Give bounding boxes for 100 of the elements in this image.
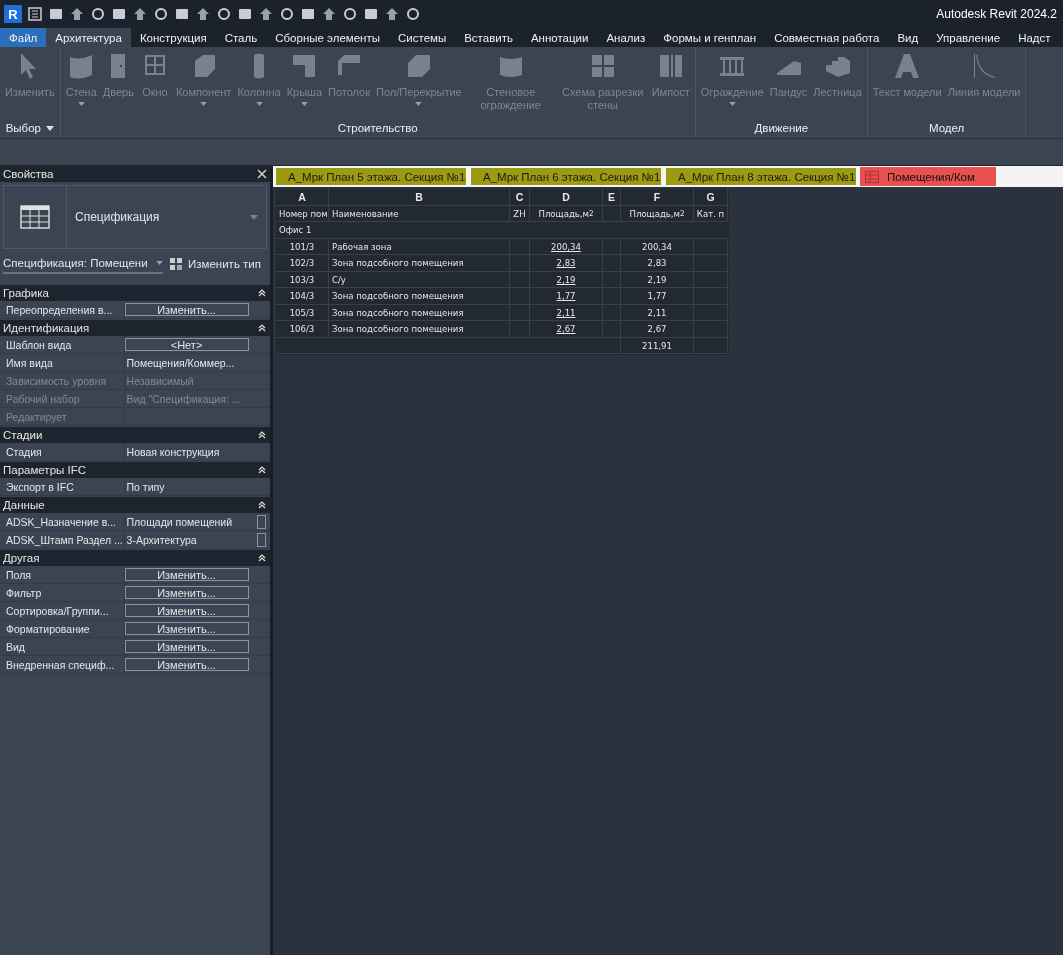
- ribbon-tab[interactable]: Управление: [927, 28, 1010, 47]
- checkbox[interactable]: [256, 514, 266, 529]
- ribbon-tab[interactable]: Архитектура: [46, 28, 131, 47]
- table-cell: 104/3: [276, 288, 329, 304]
- dropdown-arrow-icon: [300, 102, 308, 106]
- app-logo[interactable]: R: [4, 5, 22, 23]
- table-cell: 2,11: [556, 306, 576, 318]
- group-header[interactable]: Другая: [0, 550, 270, 566]
- window-title: Autodesk Revit 2024.2: [936, 7, 1057, 21]
- column-letter[interactable]: G: [694, 189, 728, 205]
- property-label: Экспорт в IFC: [5, 480, 75, 493]
- property-label: Сортировка/Группи...: [5, 604, 110, 617]
- property-label: Поля: [5, 568, 32, 581]
- table-cell: 2,19: [556, 273, 576, 285]
- dropdown-arrow-icon: [250, 214, 258, 220]
- ribbon-tab[interactable]: Аннотации: [521, 28, 598, 47]
- property-label: Зависимость уровня: [5, 374, 108, 387]
- table-cell: Зона подсобного помещения: [329, 321, 510, 337]
- property-value: Новая конструкция: [125, 445, 220, 458]
- column-header: Номер пом: [276, 205, 329, 221]
- table-cell: 200,34: [551, 240, 581, 252]
- ribbon-tab[interactable]: Формы и генплан: [654, 28, 766, 47]
- group-header: Офис 1: [278, 223, 312, 238]
- property-label: Шаблон вида: [5, 338, 73, 351]
- edit-type-button[interactable]: Изменить тип: [169, 257, 261, 271]
- property-label: ADSK_Назначение в...: [5, 515, 118, 528]
- ribbon-tab[interactable]: Надст: [1009, 28, 1060, 47]
- table-cell: 103/3: [276, 271, 329, 287]
- column-letter[interactable]: F: [621, 189, 694, 205]
- view-tab[interactable]: А_Мрк План 5 этажа. Секция №1: [276, 168, 466, 185]
- property-label: Имя вида: [5, 356, 54, 369]
- ribbon-tab[interactable]: Совместная работа: [765, 28, 889, 47]
- checkbox[interactable]: [256, 532, 266, 547]
- ribbon-tab[interactable]: Вставить: [455, 28, 522, 47]
- ribbon-tab[interactable]: Сталь: [215, 28, 267, 47]
- column-header: Наименование: [329, 205, 510, 221]
- group-header[interactable]: Данные: [0, 497, 270, 513]
- dropdown-arrow-icon: [415, 102, 423, 106]
- column-letter[interactable]: E: [603, 189, 621, 205]
- ribbon-tab[interactable]: Анализ: [597, 28, 655, 47]
- group-header[interactable]: Идентификация: [0, 320, 270, 336]
- type-selector[interactable]: Спецификация: [3, 185, 267, 249]
- view-tab[interactable]: А_Мрк План 8 этажа. Секция №1: [666, 168, 856, 185]
- column-letter[interactable]: A: [276, 189, 329, 205]
- column-letter[interactable]: C: [510, 189, 530, 205]
- table-cell: 200,34: [621, 238, 694, 254]
- view-tab[interactable]: А_Мрк План 6 этажа. Секция №1: [471, 168, 661, 185]
- edit-button[interactable]: Изменить...: [124, 303, 249, 316]
- dropdown-arrow-icon: [255, 102, 263, 106]
- edit-button[interactable]: Изменить...: [124, 568, 249, 581]
- column-header: ZH: [510, 205, 530, 221]
- ribbon-tab[interactable]: Вид: [888, 28, 928, 47]
- group-header[interactable]: Графика: [0, 285, 270, 301]
- project-browser-icon[interactable]: [27, 6, 43, 22]
- edit-button[interactable]: Изменить...: [124, 586, 249, 599]
- total-cell: 211,91: [621, 337, 694, 353]
- property-label: Рабочий набор: [5, 392, 81, 405]
- dropdown-arrow-icon: [200, 102, 208, 106]
- table-cell: 2,67: [621, 321, 694, 337]
- table-cell: С/у: [329, 271, 510, 287]
- property-label: Фильтр: [5, 586, 43, 599]
- edit-type-icon: [169, 257, 183, 271]
- property-label: ADSK_Штамп Раздел ...: [5, 533, 124, 546]
- group-header[interactable]: Стадии: [0, 427, 270, 443]
- table-cell: 2,67: [556, 323, 576, 335]
- ribbon-tab[interactable]: Системы: [389, 28, 456, 47]
- panel-label: Движение: [754, 122, 809, 134]
- panel-menu-button[interactable]: Выбор: [5, 122, 54, 134]
- ribbon-tab[interactable]: Конструкция: [130, 28, 216, 47]
- table-cell: Рабочая зона: [329, 238, 510, 254]
- edit-button[interactable]: <Нет>: [124, 338, 249, 351]
- close-icon[interactable]: [257, 169, 267, 179]
- table-icon: [865, 170, 879, 183]
- ribbon-tab[interactable]: Файл: [0, 28, 47, 47]
- table-cell: Зона подсобного помещения: [329, 288, 510, 304]
- property-value: Помещения/Коммер...: [125, 356, 235, 369]
- view-tab[interactable]: Помещения/Ком: [861, 168, 995, 185]
- dropdown-arrow-icon: [728, 102, 736, 106]
- column-letter[interactable]: D: [530, 189, 603, 205]
- table-cell: Зона подсобного помещения: [329, 304, 510, 320]
- instance-dropdown[interactable]: Спецификация: Помещени: [3, 254, 163, 274]
- edit-button[interactable]: Изменить...: [124, 658, 249, 671]
- group-header[interactable]: Параметры IFC: [0, 462, 270, 478]
- property-value: Независимый: [125, 374, 194, 387]
- edit-button[interactable]: Изменить...: [124, 604, 249, 617]
- table-cell: 2,83: [621, 255, 694, 271]
- property-value: Площади помещений: [125, 515, 233, 528]
- table-cell: 2,83: [556, 257, 576, 269]
- edit-button[interactable]: Изменить...: [124, 622, 249, 635]
- panel-label: Строительство: [337, 122, 418, 134]
- property-value: По типу: [125, 480, 165, 493]
- ribbon-tab[interactable]: Сборные элементы: [266, 28, 389, 47]
- table-cell: 2,19: [621, 271, 694, 287]
- column-header: Кат. п: [694, 205, 728, 221]
- edit-button[interactable]: Изменить...: [124, 640, 249, 653]
- table-cell: 1,77: [621, 288, 694, 304]
- dropdown-arrow-icon: [45, 125, 54, 131]
- property-label: Вид: [5, 640, 26, 653]
- property-value: 3-Архитектура: [125, 533, 197, 546]
- column-letter[interactable]: B: [329, 189, 510, 205]
